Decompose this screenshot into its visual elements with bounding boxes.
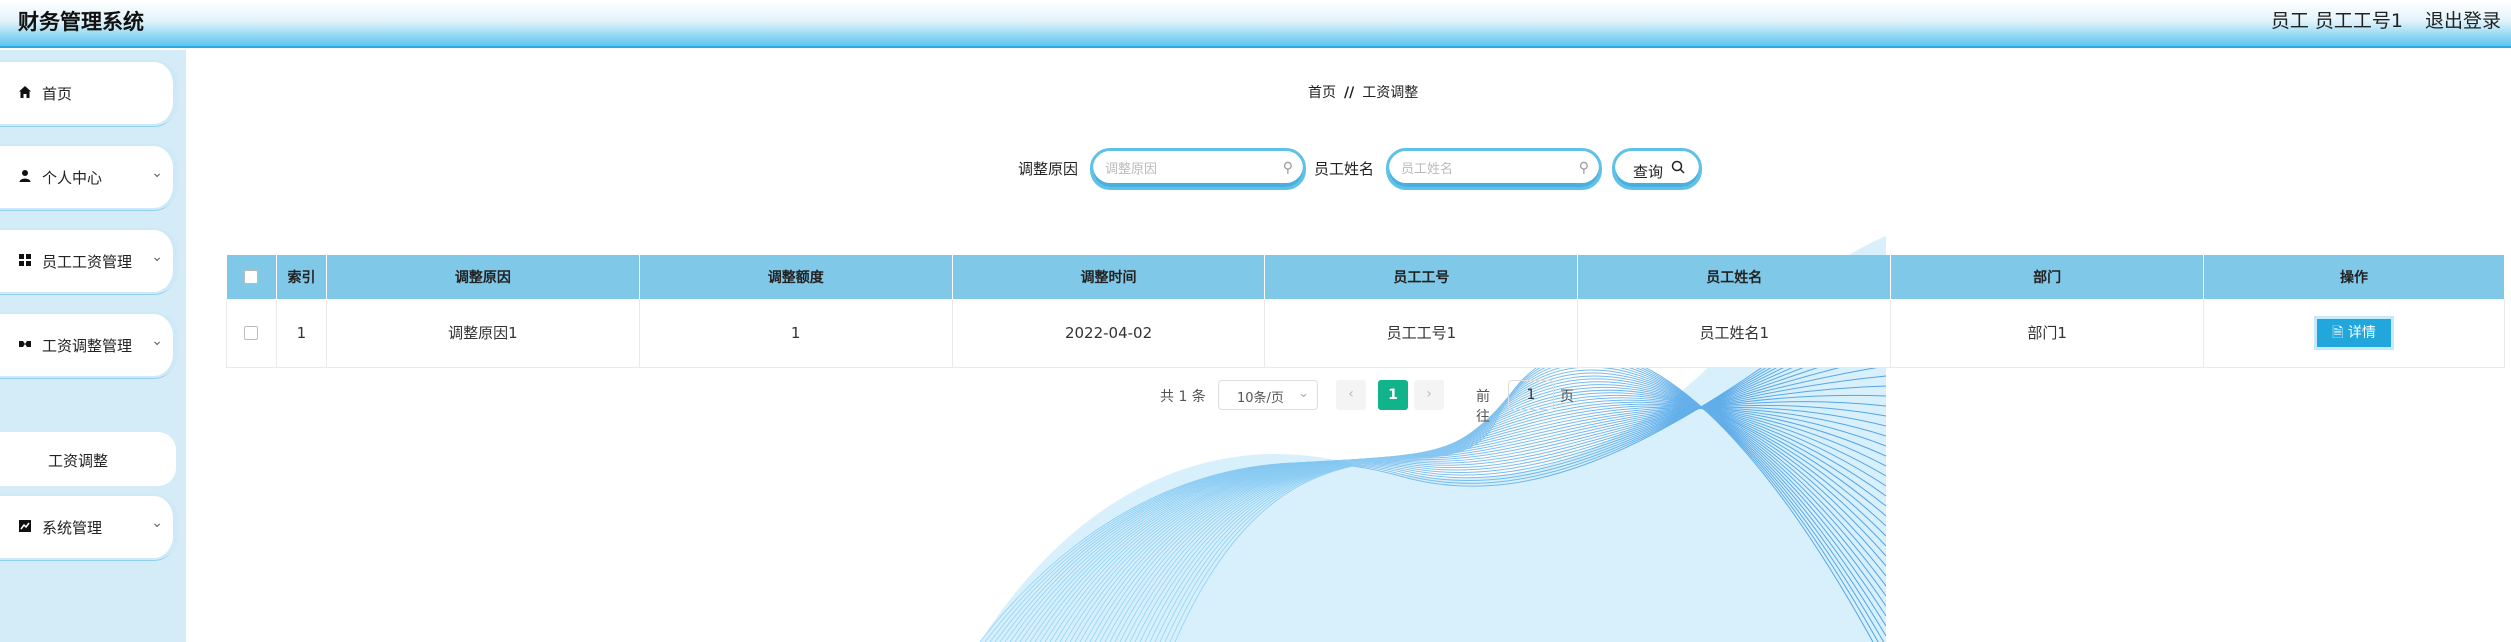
detail-button-label: 详情 (2347, 324, 2376, 341)
search-icon: ⚲ (1578, 160, 1589, 176)
sidebar-subitem-label: 工资调整 (48, 452, 109, 470)
header-time: 调整时间 (952, 255, 1266, 299)
query-button-label: 查询 (1633, 163, 1664, 181)
detail-button[interactable]: 🗎 详情 (2314, 315, 2394, 350)
salary-adjust-table: 索引 调整原因 调整额度 调整时间 员工工号 员工姓名 部门 操作 1 调整原因… (226, 255, 2505, 368)
select-all-checkbox[interactable] (244, 270, 259, 284)
document-icon: 🗎 (2332, 324, 2344, 341)
sidebar-item-home[interactable]: 首页 (0, 62, 176, 124)
top-header: 财务管理系统 员工 员工工号1 退出登录 (0, 0, 2511, 48)
header-select-all[interactable] (226, 255, 277, 299)
header-amount: 调整额度 (639, 255, 953, 299)
search-icon (1671, 160, 1685, 178)
goto-page-input[interactable]: 1 (1508, 380, 1554, 410)
employee-name-input[interactable] (1401, 158, 1571, 180)
page-size-select[interactable]: 10条/页 ⌄ (1218, 380, 1318, 410)
query-button[interactable]: 查询 (1612, 148, 1702, 190)
cell-amount: 1 (639, 299, 953, 368)
adjust-icon (18, 337, 32, 351)
header-index: 索引 (276, 255, 327, 299)
sidebar-item-salary-adjust-management[interactable]: 工资调整管理 ⌄ (0, 314, 176, 376)
cell-employee-no: 员工工号1 (1264, 299, 1579, 368)
goto-label: 前往 (1476, 389, 1490, 425)
sidebar-item-salary-management[interactable]: 员工工资管理 ⌄ (0, 230, 176, 292)
logout-link[interactable]: 退出登录 (2425, 6, 2501, 33)
cell-department: 部门1 (1890, 299, 2205, 368)
employee-name-label: 员工姓名 (1314, 160, 1375, 178)
chevron-down-icon: ⌄ (151, 165, 163, 181)
chevron-down-icon: ⌄ (151, 333, 163, 349)
sidebar-item-label: 首页 (42, 85, 73, 103)
row-checkbox[interactable] (244, 326, 259, 341)
header-actions: 操作 (2203, 255, 2505, 299)
sidebar-item-label: 系统管理 (42, 519, 103, 537)
grid-icon (18, 253, 32, 267)
header-reason: 调整原因 (326, 255, 640, 299)
chevron-down-icon: ⌄ (151, 249, 163, 265)
header-employee-name: 员工姓名 (1577, 255, 1892, 299)
chevron-left-icon: ‹ (1348, 386, 1354, 402)
breadcrumb-separator: // (1344, 85, 1355, 101)
chart-icon (18, 519, 32, 533)
page-size-value: 10条/页 (1237, 391, 1284, 406)
header-employee-no: 员工工号 (1264, 255, 1579, 299)
employee-name-search-field[interactable]: ⚲ (1386, 148, 1602, 190)
cell-index: 1 (276, 299, 327, 368)
table-row: 1 调整原因1 1 2022-04-02 员工工号1 员工姓名1 部门1 🗎 详… (226, 299, 2505, 368)
sidebar: 首页 个人中心 ⌄ 员工工资管理 ⌄ 工资调整管理 ⌄ 工资调整 系统管理 ⌄ (0, 50, 186, 642)
sidebar-item-personal-center[interactable]: 个人中心 ⌄ (0, 146, 176, 208)
table-header-row: 索引 调整原因 调整额度 调整时间 员工工号 员工姓名 部门 操作 (226, 255, 2505, 299)
reason-label: 调整原因 (1018, 160, 1079, 178)
breadcrumb: 首页 // 工资调整 (1308, 82, 1418, 102)
page-number-button[interactable]: 1 (1378, 380, 1408, 410)
reason-input[interactable] (1105, 158, 1275, 180)
cell-reason: 调整原因1 (326, 299, 640, 368)
breadcrumb-home[interactable]: 首页 (1308, 85, 1336, 101)
header-department: 部门 (1890, 255, 2205, 299)
current-user: 员工 员工工号1 (2270, 10, 2403, 32)
chevron-right-icon: › (1426, 386, 1432, 402)
sidebar-item-label: 个人中心 (42, 169, 103, 187)
cell-actions: 🗎 详情 (2203, 299, 2505, 368)
cell-time: 2022-04-02 (952, 299, 1266, 368)
sidebar-item-system-management[interactable]: 系统管理 ⌄ (0, 496, 176, 558)
pagination-total: 共 1 条 (1160, 389, 1206, 405)
sidebar-subitem-salary-adjust[interactable]: 工资调整 (0, 432, 176, 486)
cell-employee-name: 员工姓名1 (1577, 299, 1892, 368)
prev-page-button[interactable]: ‹ (1336, 380, 1366, 410)
sidebar-item-label: 员工工资管理 (42, 253, 133, 271)
breadcrumb-current: 工资调整 (1362, 85, 1419, 101)
row-select-cell[interactable] (226, 299, 277, 368)
search-icon: ⚲ (1282, 160, 1293, 176)
reason-search-field[interactable]: ⚲ (1090, 148, 1306, 190)
chevron-down-icon: ⌄ (151, 515, 163, 531)
chevron-down-icon: ⌄ (1298, 386, 1309, 401)
next-page-button[interactable]: › (1414, 380, 1444, 410)
goto-unit-label: 页 (1560, 389, 1574, 405)
home-icon (18, 85, 32, 99)
user-icon (18, 169, 32, 183)
sidebar-item-label: 工资调整管理 (42, 337, 133, 355)
app-title: 财务管理系统 (18, 10, 144, 34)
